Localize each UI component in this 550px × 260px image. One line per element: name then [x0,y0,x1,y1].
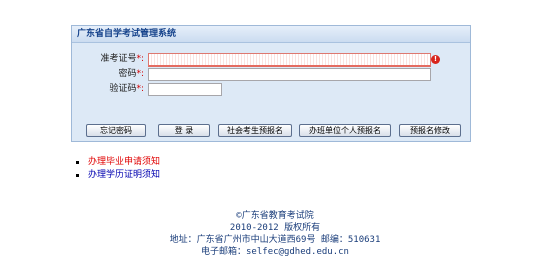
list-item: 办理学历证明须知 [76,169,160,182]
modify-register-button[interactable]: 预报名修改 [399,124,461,137]
login-button[interactable]: 登 录 [158,124,210,137]
captcha-input[interactable] [148,83,222,96]
social-register-button[interactable]: 社会考生预报名 [218,124,292,137]
footer-copyright: 2010-2012 版权所有 [229,223,321,233]
login-panel: 广东省自学考试管理系统 准考证号*: ! 密码*: 验证码*: 忘记密码 登 录… [71,25,471,142]
ticket-label: 准考证号*: [100,54,144,64]
captcha-label: 验证码*: [109,84,144,94]
error-icon: ! [431,55,440,64]
footer-org: ©广东省教育考试院 [236,211,314,221]
forgot-password-button[interactable]: 忘记密码 [86,124,146,137]
bullet-icon [76,161,79,164]
list-item: 办理毕业申请须知 [76,156,160,169]
unit-register-button[interactable]: 办班单位个人预报名 [299,124,391,137]
footer-address: 地址：广东省广州市中山大道西69号 邮编：510631 [169,235,381,245]
footer-email: 电子邮箱：selfec@gdhed.edu.cn [201,247,349,257]
password-input[interactable] [148,68,431,81]
ticket-input[interactable] [148,53,431,67]
notice-list: 办理毕业申请须知 办理学历证明须知 [76,156,160,182]
graduation-notice-link[interactable]: 办理毕业申请须知 [88,157,160,167]
bullet-icon [76,174,79,177]
footer: ©广东省教育考试院 2010-2012 版权所有 地址：广东省广州市中山大道西6… [0,210,550,258]
panel-title: 广东省自学考试管理系统 [72,26,470,43]
certificate-notice-link[interactable]: 办理学历证明须知 [88,170,160,180]
password-label: 密码*: [118,69,144,79]
